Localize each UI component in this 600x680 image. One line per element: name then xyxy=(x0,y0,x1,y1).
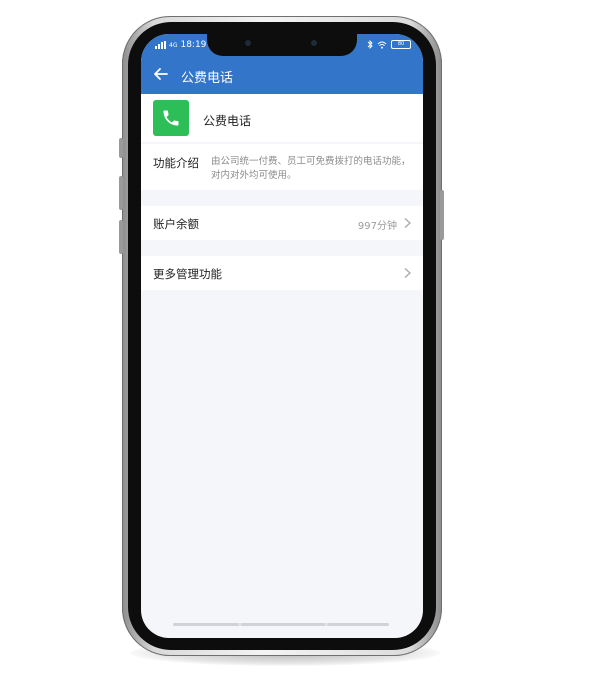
power-button xyxy=(440,190,444,240)
volume-down-button xyxy=(119,220,123,254)
chevron-right-icon xyxy=(404,268,411,278)
network-type: 4G xyxy=(169,41,178,49)
feature-intro: 功能介绍 由公司统一付费、员工可免费拨打的电话功能，对内对外均可使用。 xyxy=(141,144,423,190)
status-time: 18:19 xyxy=(180,40,207,50)
phone-glyph-icon xyxy=(163,110,179,126)
phone-handset-icon xyxy=(153,100,189,136)
battery-level: 80 xyxy=(397,41,405,47)
account-balance-row[interactable]: 账户余额 997分钟 xyxy=(141,206,423,240)
account-balance-value: 997分钟 xyxy=(357,221,397,232)
home-indicator[interactable] xyxy=(173,623,389,626)
more-management-label: 更多管理功能 xyxy=(153,267,222,281)
sensor-icon xyxy=(311,40,317,46)
status-right: 80 xyxy=(367,40,411,49)
app-screen: 4G 18:19 80 公费电话 公费电话 功能介绍 由公司统一付费、员工可免费… xyxy=(141,34,423,638)
intro-label: 功能介绍 xyxy=(153,156,199,170)
phone-side-button xyxy=(119,138,123,158)
volume-up-button xyxy=(119,176,123,210)
bluetooth-icon xyxy=(367,40,373,49)
phone-notch xyxy=(207,34,357,56)
wifi-icon xyxy=(377,41,387,49)
arrow-left-icon[interactable] xyxy=(151,64,171,84)
camera-icon xyxy=(245,40,251,46)
app-name: 公费电话 xyxy=(203,114,252,128)
more-management-row[interactable]: 更多管理功能 xyxy=(141,256,423,290)
status-left: 4G 18:19 xyxy=(155,40,206,50)
header: 公费电话 xyxy=(141,56,423,94)
account-balance-label: 账户余额 xyxy=(153,217,199,231)
battery-icon: 80 xyxy=(391,40,411,49)
app-info-card: 公费电话 xyxy=(141,94,423,142)
chevron-right-icon xyxy=(404,218,411,228)
intro-description: 由公司统一付费、员工可免费拨打的电话功能，对内对外均可使用。 xyxy=(211,156,411,181)
page-title: 公费电话 xyxy=(181,71,234,86)
signal-icon xyxy=(155,41,166,49)
